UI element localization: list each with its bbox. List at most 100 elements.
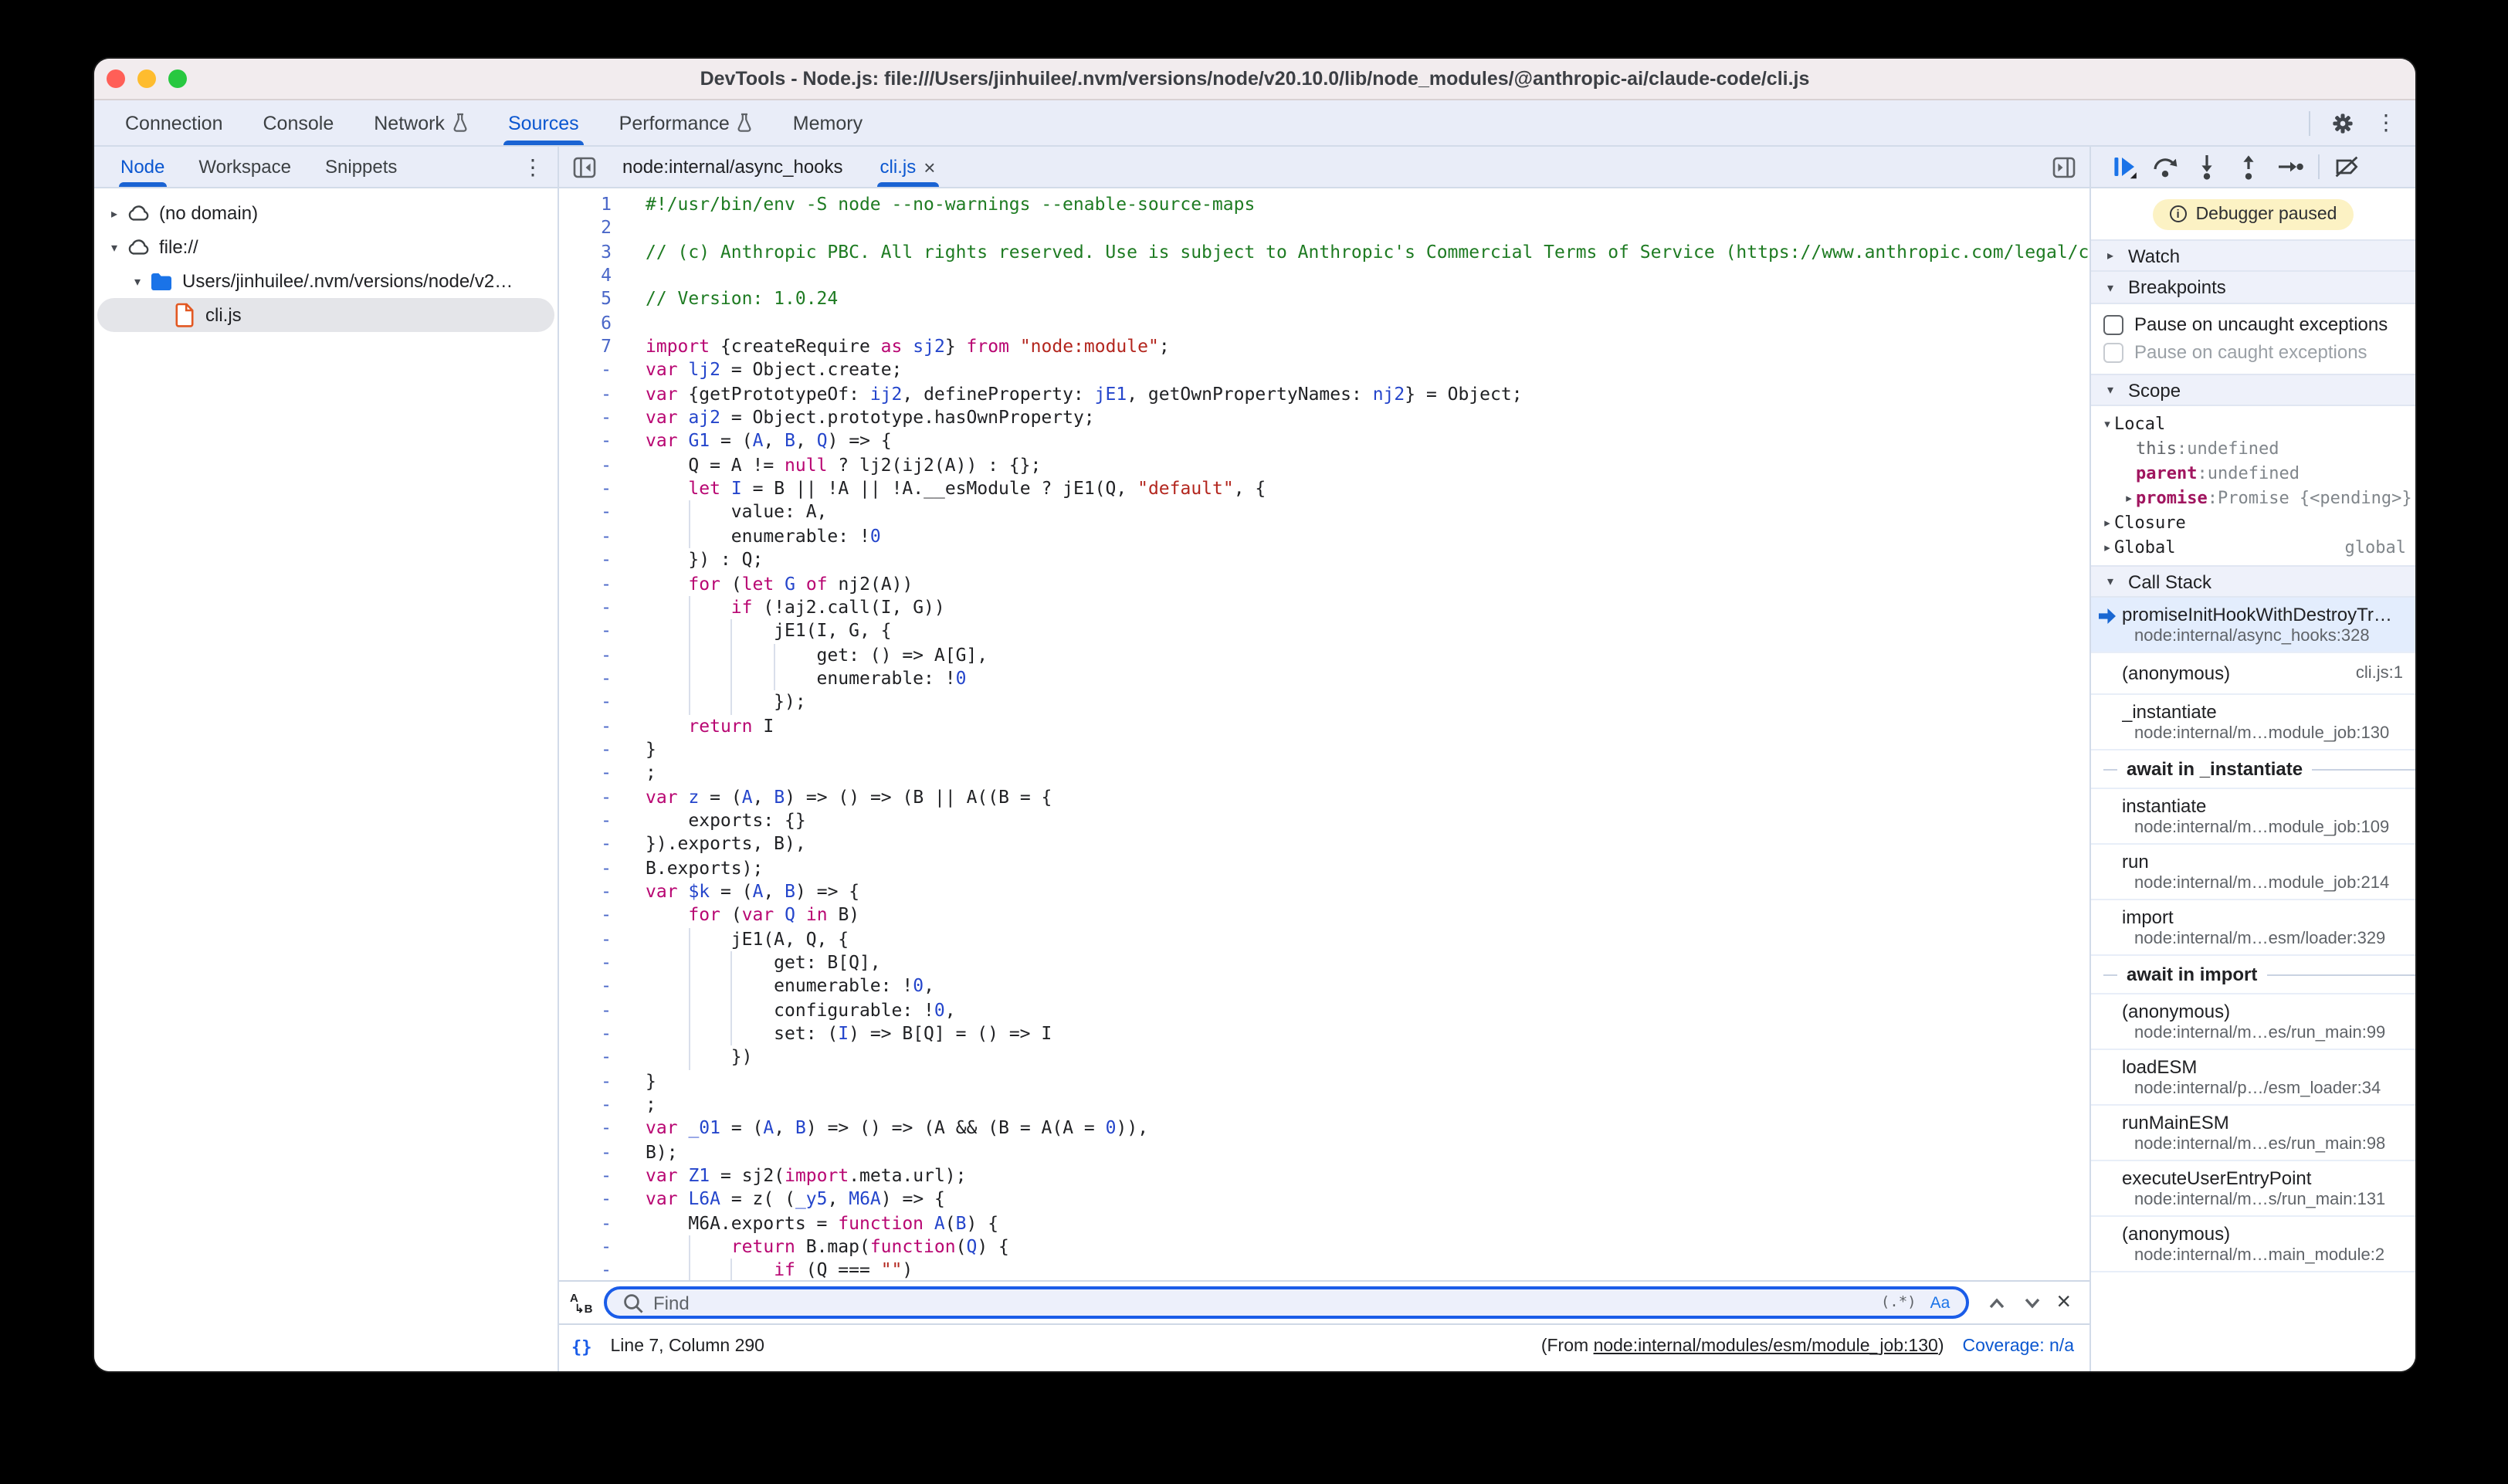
line-number[interactable]: 7 (559, 335, 627, 359)
line-number[interactable]: - (559, 454, 627, 478)
line-number[interactable]: - (559, 714, 627, 738)
show-debugger-panel-icon[interactable] (2046, 150, 2080, 184)
code-line[interactable]: -var L6A = z( (_y5, M6A) => { (559, 1188, 2089, 1212)
tab-network[interactable]: Network (354, 100, 488, 145)
sidebar-tab-snippets[interactable]: Snippets (308, 147, 414, 187)
code-line[interactable]: - M6A.exports = function A(B) { (559, 1212, 2089, 1236)
line-number[interactable]: - (559, 1046, 627, 1070)
editor-tab-node-internal-async-hooks[interactable]: node:internal/async_hooks (604, 147, 862, 187)
code-line[interactable]: - return I (559, 714, 2089, 738)
line-number[interactable]: - (559, 833, 627, 857)
code-line[interactable]: -var G1 = (A, B, Q) => { (559, 430, 2089, 454)
line-number[interactable]: - (559, 951, 627, 975)
code-line[interactable]: -} (559, 1069, 2089, 1093)
code-line[interactable]: - Q = A != null ? lj2(ij2(A)) : {}; (559, 454, 2089, 478)
step-over-icon[interactable] (2150, 151, 2181, 182)
step-out-icon[interactable] (2233, 151, 2264, 182)
line-number[interactable]: - (559, 998, 627, 1022)
code-line[interactable]: -; (559, 762, 2089, 786)
code-line[interactable]: 1#!/usr/bin/env -S node --no-warnings --… (559, 193, 2089, 217)
code-line[interactable]: -}).exports, B), (559, 833, 2089, 857)
sidebar-tab-workspace[interactable]: Workspace (181, 147, 308, 187)
code-line[interactable]: -var $k = (A, B) => { (559, 880, 2089, 904)
navigator-more-icon[interactable]: ⋮ (522, 147, 558, 187)
code-line[interactable]: - enumerable: !0 (559, 667, 2089, 691)
tree-item-users-jinhuilee-nvm-versions-node-v2-[interactable]: ▾Users/jinhuilee/.nvm/versions/node/v2… (94, 264, 558, 298)
close-find-icon[interactable]: × (2056, 1290, 2071, 1315)
tab-connection[interactable]: Connection (105, 100, 243, 145)
code-line[interactable]: -var aj2 = Object.prototype.hasOwnProper… (559, 406, 2089, 430)
code-line[interactable]: - value: A, (559, 501, 2089, 525)
line-number[interactable]: - (559, 1259, 627, 1280)
scope-group-local[interactable]: ▾Local (2091, 411, 2415, 435)
find-previous-icon[interactable] (1985, 1293, 2007, 1312)
call-stack-frame[interactable]: executeUserEntryPointnode:internal/m…s/r… (2091, 1161, 2415, 1217)
line-number[interactable]: - (559, 1117, 627, 1141)
line-number[interactable]: - (559, 1022, 627, 1046)
line-number[interactable]: - (559, 1212, 627, 1236)
disclosure-triangle-icon[interactable]: ▸ (107, 206, 122, 220)
line-number[interactable]: 4 (559, 264, 627, 288)
from-module-link[interactable]: node:internal/modules/esm/module_job:130 (1594, 1337, 1938, 1356)
breakpoints-section-header[interactable]: ▾ Breakpoints (2091, 272, 2415, 304)
code-line[interactable]: - set: (I) => B[Q] = () => I (559, 1022, 2089, 1046)
code-line[interactable]: - }); (559, 690, 2089, 714)
call-stack-frame[interactable]: (anonymous)node:internal/m…es/run_main:9… (2091, 994, 2415, 1050)
line-number[interactable]: - (559, 430, 627, 454)
line-number[interactable]: - (559, 690, 627, 714)
code-line[interactable]: - enumerable: !0 (559, 525, 2089, 549)
code-line[interactable]: - for (var Q in B) (559, 904, 2089, 928)
resume-icon[interactable] (2108, 151, 2139, 182)
call-stack-frame[interactable]: (anonymous)cli.js:1 (2091, 653, 2415, 695)
line-number[interactable]: - (559, 1141, 627, 1165)
call-stack-frame[interactable]: (anonymous)node:internal/m…main_module:2 (2091, 1217, 2415, 1272)
line-number[interactable]: 5 (559, 288, 627, 312)
checkbox[interactable] (2103, 314, 2123, 334)
code-line[interactable]: -; (559, 1093, 2089, 1117)
code-line[interactable]: -var _01 = (A, B) => () => (A && (B = A(… (559, 1117, 2089, 1141)
scope-group-closure[interactable]: ▸Closure (2091, 510, 2415, 534)
code-line[interactable]: - }) : Q; (559, 548, 2089, 572)
code-line[interactable]: - jE1(A, Q, { (559, 927, 2089, 951)
line-number[interactable]: - (559, 477, 627, 501)
step-icon[interactable] (2275, 151, 2306, 182)
scope-variable-parent[interactable]: parent: undefined (2091, 460, 2415, 485)
line-number[interactable]: - (559, 619, 627, 643)
code-line[interactable]: - for (let G of nj2(A)) (559, 572, 2089, 596)
tab-memory[interactable]: Memory (773, 100, 883, 145)
zoom-window-button[interactable] (168, 69, 187, 88)
line-number[interactable]: - (559, 548, 627, 572)
scope-variable-promise[interactable]: ▸promise: Promise {<pending>} (2091, 485, 2415, 510)
disclosure-triangle-icon[interactable]: ▾ (2100, 416, 2114, 430)
step-into-icon[interactable] (2191, 151, 2222, 182)
scope-group-global[interactable]: ▸Globalglobal (2091, 534, 2415, 559)
line-number[interactable]: - (559, 596, 627, 620)
hide-navigator-icon[interactable] (567, 150, 601, 184)
line-number[interactable]: - (559, 359, 627, 383)
code-line[interactable]: -B); (559, 1141, 2089, 1165)
disclosure-triangle-icon[interactable]: ▾ (130, 274, 145, 288)
find-mode-icon[interactable]: A ↳B (570, 1292, 598, 1313)
tree-item-cli-js[interactable]: cli.js (94, 298, 558, 332)
close-window-button[interactable] (107, 69, 125, 88)
tree-item-file-[interactable]: ▾file:// (94, 230, 558, 264)
line-number[interactable]: - (559, 1235, 627, 1259)
line-number[interactable]: - (559, 904, 627, 928)
line-number[interactable]: - (559, 667, 627, 691)
line-number[interactable]: - (559, 643, 627, 667)
minimize-window-button[interactable] (137, 69, 156, 88)
line-number[interactable]: 1 (559, 193, 627, 217)
line-number[interactable]: - (559, 880, 627, 904)
code-line[interactable]: 3// (c) Anthropic PBC. All rights reserv… (559, 240, 2089, 264)
code-line[interactable]: -var Z1 = sj2(import.meta.url); (559, 1164, 2089, 1188)
code-view[interactable]: 1#!/usr/bin/env -S node --no-warnings --… (559, 188, 2089, 1280)
line-number[interactable]: - (559, 383, 627, 407)
code-line[interactable]: - return B.map(function(Q) { (559, 1235, 2089, 1259)
code-line[interactable]: -var {getPrototypeOf: ij2, definePropert… (559, 383, 2089, 407)
code-line[interactable]: - let I = B || !A || !A.__esModule ? jE1… (559, 477, 2089, 501)
disclosure-triangle-icon[interactable]: ▸ (2100, 540, 2114, 554)
code-line[interactable]: 2 (559, 217, 2089, 241)
line-number[interactable]: - (559, 501, 627, 525)
more-options-icon[interactable]: ⋮ (2369, 106, 2403, 140)
line-number[interactable]: 3 (559, 240, 627, 264)
